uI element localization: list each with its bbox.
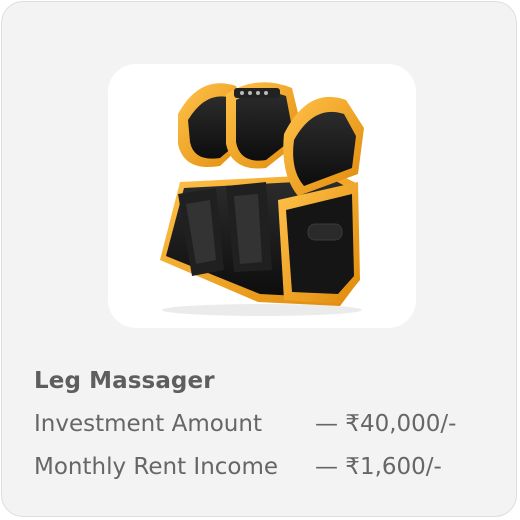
investment-amount-value: — ₹40,000/- <box>315 411 457 437</box>
leg-massager-illustration <box>160 82 364 316</box>
product-card[interactable]: Leg Massager Investment Amount — ₹40,000… <box>1 1 517 517</box>
monthly-rent-income-label: Monthly Rent Income <box>34 454 279 480</box>
monthly-rent-income-value: — ₹1,600/- <box>315 454 442 480</box>
product-image[interactable] <box>108 64 416 328</box>
investment-amount-label: Investment Amount <box>34 411 262 437</box>
product-title: Leg Massager <box>34 368 215 394</box>
